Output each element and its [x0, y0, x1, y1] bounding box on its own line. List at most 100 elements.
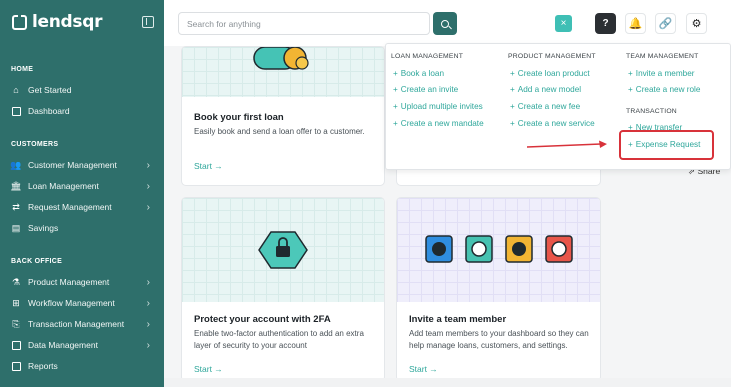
card-start-link[interactable]: Start →	[194, 161, 223, 171]
lendsqr-logo-icon	[12, 13, 27, 30]
data-icon	[11, 340, 21, 350]
search-input[interactable]: Search for anything	[178, 12, 430, 35]
menu-item-new-role[interactable]: + Create a new role	[628, 85, 700, 94]
search-button[interactable]	[433, 12, 457, 35]
menu-item-new-fee[interactable]: + Create a new fee	[510, 102, 580, 111]
chevron-right-icon: ›	[146, 339, 150, 351]
sidebar-item-loan-management[interactable]: 🏛 Loan Management ›	[10, 178, 156, 194]
sidebar-item-label: Customer Management	[28, 160, 117, 170]
menu-item-book-loan[interactable]: + Book a loan	[393, 69, 444, 78]
card-description: Enable two-factor authentication to add …	[194, 329, 364, 350]
workflow-icon: ⊞	[12, 297, 20, 308]
product-icon: ⚗	[11, 276, 21, 287]
chevron-right-icon: ›	[146, 201, 150, 213]
help-icon[interactable]: ?	[595, 13, 616, 34]
link-icon[interactable]: 🔗	[655, 13, 676, 34]
menu-heading-transaction: TRANSACTION	[626, 108, 677, 115]
menu-heading-team: TEAM MANAGEMENT	[626, 53, 699, 60]
card-illustration	[182, 198, 384, 302]
sidebar-item-label: Savings	[28, 223, 59, 233]
sidebar: lendsqr HOME ⌂ Get Started Dashboard CUS…	[0, 0, 164, 387]
sidebar-item-transaction-management[interactable]: ⎘ Transaction Management ›	[11, 316, 156, 332]
menu-item-label: Create loan product	[517, 69, 590, 78]
menu-item-create-loan-product[interactable]: + Create loan product	[510, 69, 590, 78]
bell-icon[interactable]: 🔔	[625, 13, 646, 34]
card-illustration	[182, 47, 384, 97]
card-book-loan[interactable]: Book your first loan Easily book and sen…	[181, 46, 385, 186]
sidebar-item-savings[interactable]: ▤ Savings	[11, 220, 156, 236]
card-title: Book your first loan	[194, 112, 284, 123]
plus-icon: +	[393, 102, 398, 111]
lock-icon	[258, 231, 308, 269]
sidebar-item-label: Data Management	[28, 340, 98, 350]
menu-item-new-mandate[interactable]: + Create a new mandate	[393, 119, 484, 128]
card-start-link[interactable]: Start →	[194, 364, 223, 374]
sidebar-item-product-management[interactable]: ⚗ Product Management ›	[11, 274, 156, 290]
plus-icon: +	[628, 85, 633, 94]
menu-item-label: Invite a member	[635, 69, 695, 78]
sidebar-item-label: Transaction Management	[28, 319, 125, 329]
menu-item-upload-invites[interactable]: + Upload multiple invites	[393, 102, 483, 111]
search-icon	[441, 19, 449, 28]
reports-icon	[11, 361, 21, 371]
transaction-icon: ⎘	[12, 318, 20, 329]
topbar: Search for anything × ? 🔔 🔗 ⚙	[164, 0, 731, 46]
menu-heading-product: PRODUCT MANAGEMENT	[508, 53, 596, 60]
gear-icon[interactable]: ⚙	[686, 13, 707, 34]
annotation-arrow-icon	[527, 140, 607, 148]
card-description: Add team members to your dashboard so th…	[409, 329, 589, 350]
menu-item-label: Create a new fee	[517, 102, 581, 111]
menu-item-new-service[interactable]: + Create a new service	[510, 119, 595, 128]
brand-logo[interactable]: lendsqr	[12, 12, 103, 32]
section-back-office: BACK OFFICE	[11, 258, 63, 265]
sidebar-item-dashboard[interactable]: Dashboard	[11, 103, 156, 119]
section-home: HOME	[11, 66, 34, 73]
menu-item-add-model[interactable]: + Add a new model	[510, 85, 581, 94]
close-icon[interactable]: ×	[555, 15, 572, 32]
menu-item-label: Create a new service	[517, 119, 595, 128]
home-icon: ⌂	[13, 85, 19, 95]
sidebar-item-label: Reports	[28, 361, 58, 371]
plus-icon: +	[510, 69, 515, 78]
sidebar-item-label: Product Management	[28, 277, 110, 287]
sidebar-item-get-started[interactable]: ⌂ Get Started	[11, 82, 156, 98]
request-icon: ⇄	[12, 201, 20, 212]
card-title: Protect your account with 2FA	[194, 314, 331, 325]
menu-item-create-invite[interactable]: + Create an invite	[393, 85, 458, 94]
bank-icon: 🏛	[10, 180, 22, 191]
card-2fa[interactable]: Protect your account with 2FA Enable two…	[181, 197, 385, 382]
sidebar-item-reports[interactable]: Reports	[11, 358, 156, 374]
collapse-sidebar-icon[interactable]	[142, 16, 154, 28]
card-illustration	[397, 198, 600, 302]
menu-item-label: Upload multiple invites	[400, 102, 483, 111]
savings-icon: ▤	[11, 222, 21, 233]
plus-icon: +	[393, 69, 398, 78]
plus-icon: +	[393, 119, 398, 128]
section-customers: CUSTOMERS	[11, 141, 59, 148]
sidebar-item-data-management[interactable]: Data Management ›	[11, 337, 156, 353]
chevron-right-icon: ›	[146, 159, 150, 171]
chevron-right-icon: ›	[146, 297, 150, 309]
sidebar-item-label: Request Management	[28, 202, 112, 212]
plus-icon: +	[510, 85, 515, 94]
dashboard-icon	[11, 106, 21, 116]
menu-item-label: Create a new role	[635, 85, 701, 94]
menu-item-invite-member[interactable]: + Invite a member	[628, 69, 695, 78]
menu-heading-loan: LOAN MANAGEMENT	[391, 53, 464, 60]
plus-icon: +	[393, 85, 398, 94]
card-title: Invite a team member	[409, 314, 507, 325]
chevron-right-icon: ›	[146, 318, 150, 330]
card-start-link[interactable]: Start →	[409, 364, 438, 374]
sidebar-item-customer-management[interactable]: 👥 Customer Management ›	[10, 157, 156, 173]
sidebar-item-request-management[interactable]: ⇄ Request Management ›	[11, 199, 156, 215]
plus-icon: +	[510, 119, 515, 128]
coins-icon	[253, 47, 309, 70]
page-footer-strip	[164, 378, 731, 387]
sidebar-item-workflow-management[interactable]: ⊞ Workflow Management ›	[11, 295, 156, 311]
card-invite-team[interactable]: Invite a team member Add team members to…	[396, 197, 601, 382]
menu-item-label: Book a loan	[400, 69, 445, 78]
brand-name: lendsqr	[32, 12, 103, 32]
sidebar-item-label: Loan Management	[28, 181, 99, 191]
expense-request-highlight	[619, 130, 714, 160]
menu-item-label: Create a new mandate	[400, 119, 484, 128]
